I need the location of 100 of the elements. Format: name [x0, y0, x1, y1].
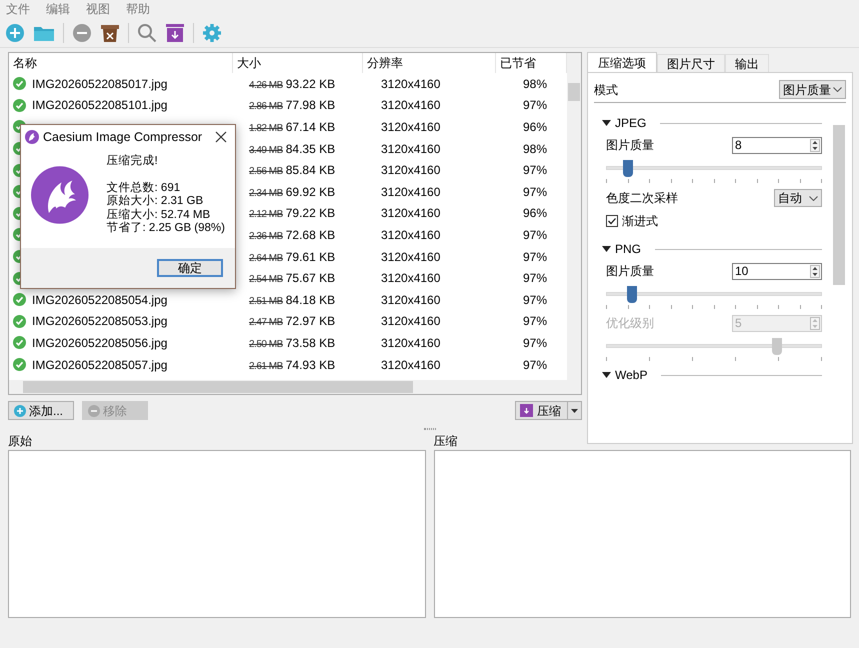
compressed-size: 72.97 KB [286, 313, 336, 330]
check-icon [13, 336, 26, 350]
file-name: IMG20260522085101.jpg [32, 97, 168, 114]
summary-line: 节省了: 2.25 GB (98%) [106, 222, 225, 236]
splitter-handle[interactable] [424, 428, 436, 430]
expand-triangle-icon[interactable] [602, 120, 611, 126]
compress-icon[interactable] [165, 22, 185, 42]
chevron-icon[interactable] [809, 196, 818, 200]
check-icon [13, 314, 26, 328]
select-field[interactable]: 自动 [774, 189, 822, 207]
menu-item[interactable]: 文件 [6, 0, 30, 18]
original-size: 2.34 MB [249, 186, 283, 201]
saved-cell-text: 97% [522, 184, 548, 201]
resolution-cell-text: 3120x4160 [380, 162, 442, 180]
saved-cell-text: 97% [522, 97, 548, 114]
spinner-arrows-icon[interactable] [810, 138, 820, 152]
field-label: 图片质量 [606, 263, 654, 280]
action-button[interactable]: 添加... [8, 401, 74, 420]
mode-select[interactable]: 图片质量 [779, 80, 846, 99]
section-title: PNG [615, 241, 642, 258]
resolution-cell-text: 3120x4160 [380, 76, 442, 93]
compressed-size: 74.93 KB [286, 356, 336, 374]
tab[interactable]: 输出 [725, 54, 769, 72]
compressed-size: 93.22 KB [286, 76, 336, 93]
close-icon[interactable] [215, 131, 227, 143]
pane-label: 压缩 [434, 433, 458, 450]
original-size: 3.49 MB [249, 144, 283, 158]
resolution-cell-text: 3120x4160 [380, 226, 442, 244]
original-size: 4.26 MB [249, 78, 283, 93]
horizontal-scrollbar[interactable] [9, 380, 567, 394]
file-name: IMG20260522085053.jpg [32, 313, 168, 330]
resolution-cell-text: 3120x4160 [380, 97, 442, 114]
saved-cell-text: 97% [522, 356, 548, 374]
resolution-cell-text: 3120x4160 [380, 248, 442, 266]
add-icon[interactable] [5, 22, 25, 42]
check-icon [13, 77, 26, 90]
menu-item[interactable]: 编辑 [46, 0, 70, 18]
mode-label: 模式 [594, 82, 618, 98]
compressed-size: 73.58 KB [286, 334, 336, 352]
vertical-scrollbar[interactable] [567, 53, 581, 394]
checkbox[interactable]: 渐进式 [602, 211, 822, 231]
resolution-cell-text: 3120x4160 [380, 184, 442, 201]
remove-icon[interactable] [72, 22, 92, 42]
resolution-cell-text: 3120x4160 [380, 313, 442, 330]
saved-cell-text: 97% [522, 313, 548, 330]
original-size: 2.12 MB [249, 208, 283, 222]
expand-triangle-icon[interactable] [602, 246, 611, 252]
search-icon[interactable] [137, 22, 157, 42]
summary-line: 原始大小: 2.31 GB [106, 195, 204, 208]
file-name: IMG20260522085017.jpg [32, 76, 168, 93]
original-size: 2.36 MB [249, 230, 283, 244]
column-header[interactable]: 名称 [9, 53, 233, 73]
checkbox-checked-icon[interactable] [606, 215, 618, 227]
compress-icon[interactable] [520, 404, 533, 418]
section-title: WebP [615, 367, 648, 384]
slider[interactable] [606, 286, 822, 302]
compress-button[interactable]: 压缩 [515, 401, 568, 420]
caret-icon[interactable] [571, 408, 578, 413]
ok-button[interactable]: 确定 [157, 259, 223, 277]
tab[interactable]: 图片尺寸 [657, 54, 725, 72]
saved-cell-text: 96% [522, 205, 548, 222]
dropdown-arrow-button[interactable] [568, 401, 582, 420]
compressed-size: 77.98 KB [286, 97, 336, 114]
chevron-icon[interactable] [833, 87, 842, 92]
menu-item[interactable]: 视图 [86, 0, 110, 18]
slider[interactable] [606, 160, 822, 176]
field-label: 优化级别 [606, 315, 654, 332]
saved-cell-text: 97% [522, 162, 548, 180]
column-header[interactable]: 大小 [233, 53, 363, 73]
compressed-size: 69.92 KB [286, 184, 336, 201]
resolution-cell-text: 3120x4160 [380, 292, 442, 309]
dialog-title: Caesium Image Compressor [43, 128, 204, 146]
resolution-cell-text: 3120x4160 [380, 205, 442, 222]
slider-thumb[interactable] [622, 160, 633, 176]
saved-cell-text: 98% [522, 140, 548, 158]
slider-thumb[interactable] [626, 286, 637, 302]
menu-item[interactable]: 帮助 [126, 0, 150, 18]
resolution-cell-text: 3120x4160 [380, 356, 442, 374]
resolution-cell-text: 3120x4160 [380, 334, 442, 352]
resolution-cell-text: 3120x4160 [380, 118, 442, 136]
check-icon [13, 293, 26, 306]
summary-line: 文件总数: 691 [106, 182, 182, 194]
app-logo-icon [31, 163, 89, 227]
original-size: 2.61 MB [249, 360, 283, 374]
column-header[interactable]: 分辨率 [363, 53, 496, 73]
resolution-cell-text: 3120x4160 [380, 270, 442, 288]
saved-cell-text: 97% [522, 226, 548, 244]
add-icon[interactable] [14, 404, 26, 417]
spin-box[interactable]: 8 [732, 136, 822, 154]
tab[interactable]: 压缩选项 [587, 52, 657, 72]
file-name: IMG20260522085056.jpg [32, 334, 168, 352]
spinner-arrows-icon[interactable] [810, 264, 820, 278]
original-size: 2.51 MB [249, 294, 283, 309]
clear-icon[interactable] [100, 22, 120, 42]
compressed-size: 75.67 KB [286, 270, 336, 288]
original-size: 2.56 MB [249, 165, 283, 180]
field-label: 色度二次采样 [606, 190, 678, 207]
spin-box[interactable]: 10 [732, 262, 822, 280]
expand-triangle-icon[interactable] [602, 372, 611, 378]
saved-cell-text: 96% [522, 118, 548, 136]
